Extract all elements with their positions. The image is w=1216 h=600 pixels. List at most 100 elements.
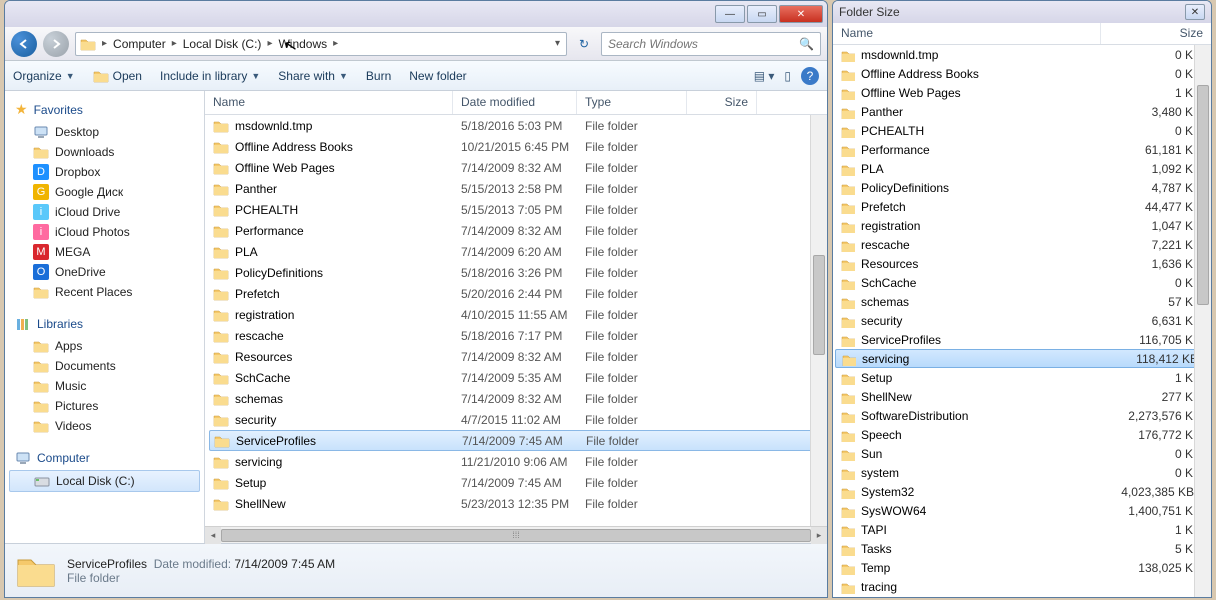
- column-type[interactable]: Type: [577, 91, 687, 114]
- scroll-right-button[interactable]: ▸: [811, 527, 827, 544]
- sidebar-item[interactable]: iiCloud Photos: [5, 222, 204, 242]
- close-button[interactable]: ✕: [1185, 4, 1205, 20]
- scroll-left-button[interactable]: ◂: [205, 527, 221, 544]
- sidebar-item[interactable]: Documents: [5, 356, 204, 376]
- folder-size-row[interactable]: servicing 118,412 KB: [835, 349, 1209, 368]
- sidebar-group-computer[interactable]: Computer: [5, 446, 204, 470]
- file-row[interactable]: Resources 7/14/2009 8:32 AM File folder: [205, 346, 827, 367]
- sidebar-item[interactable]: Downloads: [5, 142, 204, 162]
- column-name[interactable]: Name: [205, 91, 453, 114]
- folder-size-row[interactable]: Setup 1 KB: [833, 368, 1211, 387]
- file-row[interactable]: Prefetch 5/20/2016 2:44 PM File folder: [205, 283, 827, 304]
- folder-size-row[interactable]: PCHEALTH 0 KB: [833, 121, 1211, 140]
- file-row[interactable]: schemas 7/14/2009 8:32 AM File folder: [205, 388, 827, 409]
- folder-size-row[interactable]: Tasks 5 KB: [833, 539, 1211, 558]
- breadcrumb-segment[interactable]: Local Disk (C:): [179, 37, 266, 51]
- folder-size-row[interactable]: registration 1,047 KB: [833, 216, 1211, 235]
- maximize-button[interactable]: ▭: [747, 5, 777, 23]
- refresh-button[interactable]: ↻: [573, 37, 595, 51]
- file-row[interactable]: ShellNew 5/23/2013 12:35 PM File folder: [205, 493, 827, 514]
- file-row[interactable]: msdownld.tmp 5/18/2016 5:03 PM File fold…: [205, 115, 827, 136]
- file-row[interactable]: SchCache 7/14/2009 5:35 AM File folder: [205, 367, 827, 388]
- chevron-right-icon[interactable]: ▸: [331, 38, 340, 49]
- organize-menu[interactable]: Organize ▼: [13, 69, 75, 83]
- file-rows[interactable]: msdownld.tmp 5/18/2016 5:03 PM File fold…: [205, 115, 827, 526]
- folder-size-row[interactable]: security 6,631 KB: [833, 311, 1211, 330]
- sidebar-item[interactable]: Videos: [5, 416, 204, 436]
- folder-size-row[interactable]: ServiceProfiles 116,705 KB: [833, 330, 1211, 349]
- file-row[interactable]: Offline Address Books 10/21/2015 6:45 PM…: [205, 136, 827, 157]
- sidebar-item[interactable]: iiCloud Drive: [5, 202, 204, 222]
- back-button[interactable]: [11, 31, 37, 57]
- file-row[interactable]: Setup 7/14/2009 7:45 AM File folder: [205, 472, 827, 493]
- sidebar-item[interactable]: OOneDrive: [5, 262, 204, 282]
- sidebar-group-libraries[interactable]: Libraries: [5, 312, 204, 336]
- close-button[interactable]: ✕: [779, 5, 823, 23]
- column-date[interactable]: Date modified: [453, 91, 577, 114]
- folder-size-row[interactable]: Offline Address Books 0 KB: [833, 64, 1211, 83]
- scrollbar-thumb[interactable]: [813, 255, 825, 355]
- search-input[interactable]: [608, 37, 799, 51]
- sidebar-item[interactable]: Recent Places: [5, 282, 204, 302]
- file-row[interactable]: Offline Web Pages 7/14/2009 8:32 AM File…: [205, 157, 827, 178]
- folder-size-row[interactable]: tracing: [833, 577, 1211, 596]
- file-row[interactable]: security 4/7/2015 11:02 AM File folder: [205, 409, 827, 430]
- sidebar-item[interactable]: MMEGA: [5, 242, 204, 262]
- folder-size-row[interactable]: Panther 3,480 KB: [833, 102, 1211, 121]
- open-button[interactable]: Open: [93, 68, 142, 84]
- sidebar-item[interactable]: Pictures: [5, 396, 204, 416]
- view-options-button[interactable]: ▤ ▾: [754, 69, 775, 83]
- sidebar-group-favorites[interactable]: ★Favorites: [5, 97, 204, 122]
- folder-size-row[interactable]: Performance 61,181 KB: [833, 140, 1211, 159]
- folder-size-row[interactable]: TAPI 1 KB: [833, 520, 1211, 539]
- file-row[interactable]: ServiceProfiles 7/14/2009 7:45 AM File f…: [209, 430, 823, 451]
- file-row[interactable]: PLA 7/14/2009 6:20 AM File folder: [205, 241, 827, 262]
- folder-size-row[interactable]: system 0 KB: [833, 463, 1211, 482]
- folder-size-row[interactable]: Resources 1,636 KB: [833, 254, 1211, 273]
- folder-size-row[interactable]: PLA 1,092 KB: [833, 159, 1211, 178]
- forward-button[interactable]: [43, 31, 69, 57]
- title-bar[interactable]: Folder Size ✕: [833, 1, 1211, 23]
- folder-size-rows[interactable]: msdownld.tmp 0 KB Offline Address Books …: [833, 45, 1211, 597]
- sidebar-item[interactable]: GGoogle Диск: [5, 182, 204, 202]
- scrollbar-thumb[interactable]: [1197, 85, 1209, 305]
- folder-size-row[interactable]: msdownld.tmp 0 KB: [833, 45, 1211, 64]
- folder-size-row[interactable]: Offline Web Pages 1 KB: [833, 83, 1211, 102]
- file-row[interactable]: Panther 5/15/2013 2:58 PM File folder: [205, 178, 827, 199]
- file-row[interactable]: PCHEALTH 5/15/2013 7:05 PM File folder: [205, 199, 827, 220]
- preview-pane-button[interactable]: ▯: [784, 69, 791, 83]
- folder-size-row[interactable]: SchCache 0 KB: [833, 273, 1211, 292]
- include-menu[interactable]: Include in library ▼: [160, 69, 260, 83]
- share-menu[interactable]: Share with ▼: [278, 69, 348, 83]
- chevron-down-icon[interactable]: ▾: [553, 38, 562, 49]
- folder-size-row[interactable]: schemas 57 KB: [833, 292, 1211, 311]
- sidebar-item[interactable]: DDropbox: [5, 162, 204, 182]
- sidebar-item[interactable]: Desktop: [5, 122, 204, 142]
- vertical-scrollbar[interactable]: [810, 115, 827, 526]
- file-row[interactable]: servicing 11/21/2010 9:06 AM File folder: [205, 451, 827, 472]
- file-row[interactable]: Performance 7/14/2009 8:32 AM File folde…: [205, 220, 827, 241]
- folder-size-row[interactable]: Temp 138,025 KB: [833, 558, 1211, 577]
- column-size[interactable]: Size: [687, 91, 757, 114]
- help-button[interactable]: ?: [801, 67, 819, 85]
- chevron-right-icon[interactable]: ▸: [265, 38, 274, 49]
- file-row[interactable]: rescache 5/18/2016 7:17 PM File folder: [205, 325, 827, 346]
- folder-size-row[interactable]: Prefetch 44,477 KB: [833, 197, 1211, 216]
- file-row[interactable]: registration 4/10/2015 11:55 AM File fol…: [205, 304, 827, 325]
- folder-size-row[interactable]: Speech 176,772 KB: [833, 425, 1211, 444]
- folder-size-row[interactable]: SysWOW64 1,400,751 KB: [833, 501, 1211, 520]
- folder-size-row[interactable]: Sun 0 KB: [833, 444, 1211, 463]
- sidebar-item[interactable]: Local Disk (C:): [9, 470, 200, 492]
- folder-size-row[interactable]: SoftwareDistribution 2,273,576 KB: [833, 406, 1211, 425]
- folder-size-row[interactable]: rescache 7,221 KB: [833, 235, 1211, 254]
- horizontal-scrollbar[interactable]: ◂ ⁞⁞⁞ ▸: [205, 526, 827, 543]
- sidebar-item[interactable]: Music: [5, 376, 204, 396]
- scrollbar-thumb[interactable]: ⁞⁞⁞: [221, 529, 811, 542]
- title-bar[interactable]: ― ▭ ✕: [5, 1, 827, 27]
- new-folder-button[interactable]: New folder: [409, 69, 466, 83]
- search-box[interactable]: 🔍: [601, 32, 821, 56]
- file-row[interactable]: PolicyDefinitions 5/18/2016 3:26 PM File…: [205, 262, 827, 283]
- sidebar-item[interactable]: Apps: [5, 336, 204, 356]
- search-icon[interactable]: 🔍: [799, 37, 814, 51]
- breadcrumb-segment[interactable]: Windows: [274, 37, 331, 51]
